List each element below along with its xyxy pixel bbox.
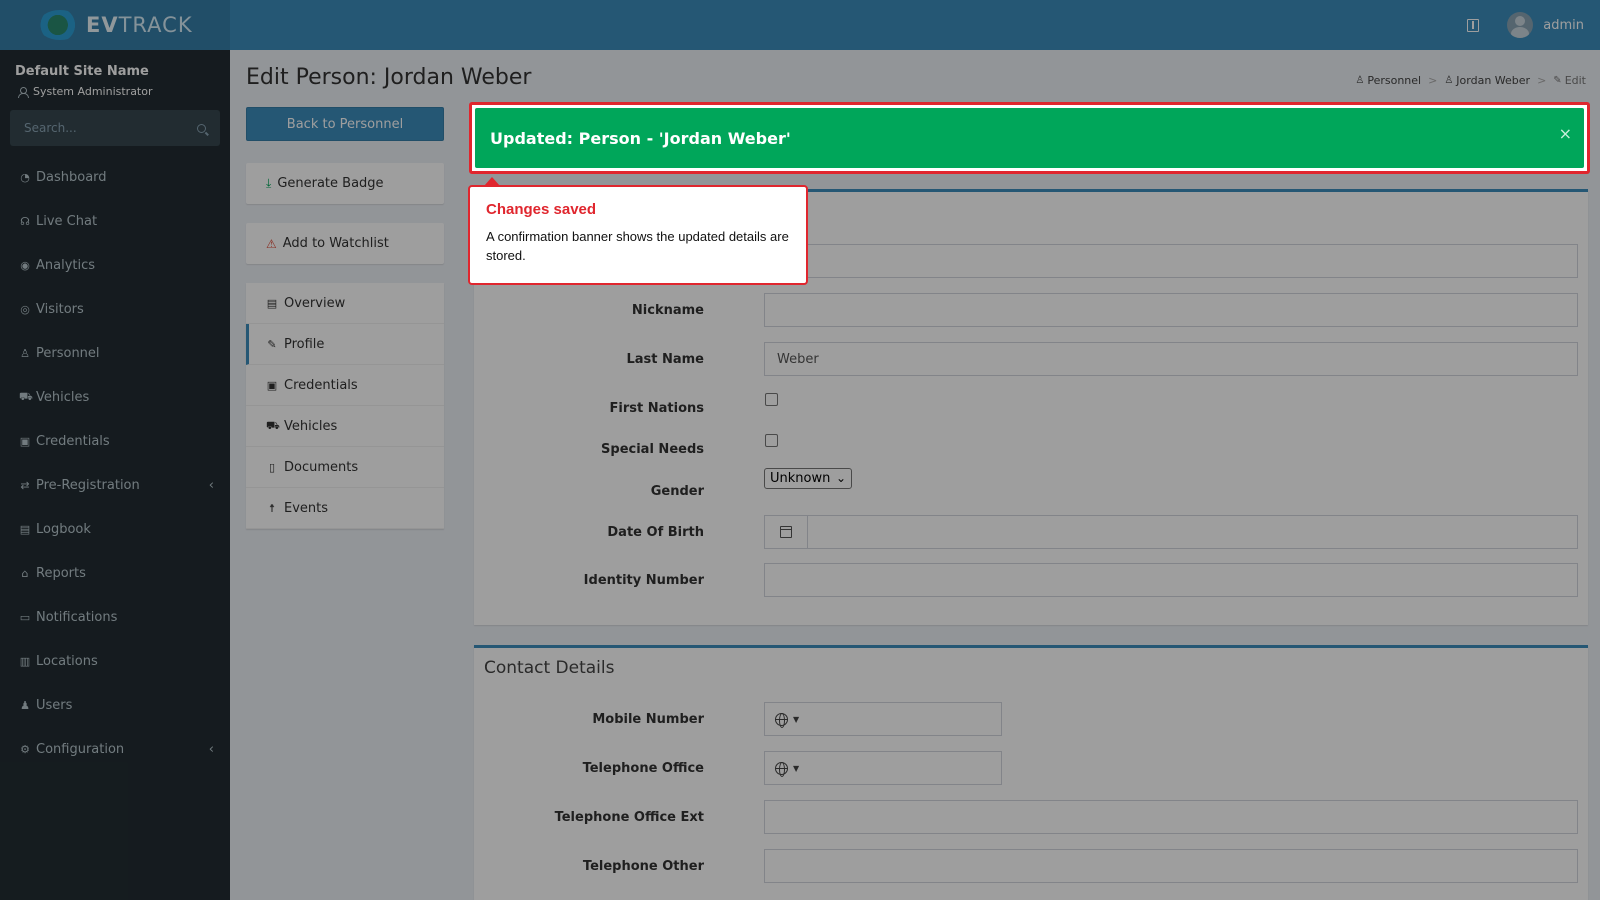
callout-title: Changes saved — [486, 201, 597, 218]
alert-message: Updated: Person - 'Jordan Weber' — [490, 128, 791, 148]
callout-body: A confirmation banner shows the updated … — [486, 229, 789, 263]
close-icon[interactable]: × — [1559, 124, 1572, 143]
tooltip-callout: Changes saved A confirmation banner show… — [468, 177, 808, 285]
highlight-frame: Updated: Person - 'Jordan Weber' × — [469, 102, 1590, 174]
success-alert: Updated: Person - 'Jordan Weber' × — [475, 108, 1584, 168]
